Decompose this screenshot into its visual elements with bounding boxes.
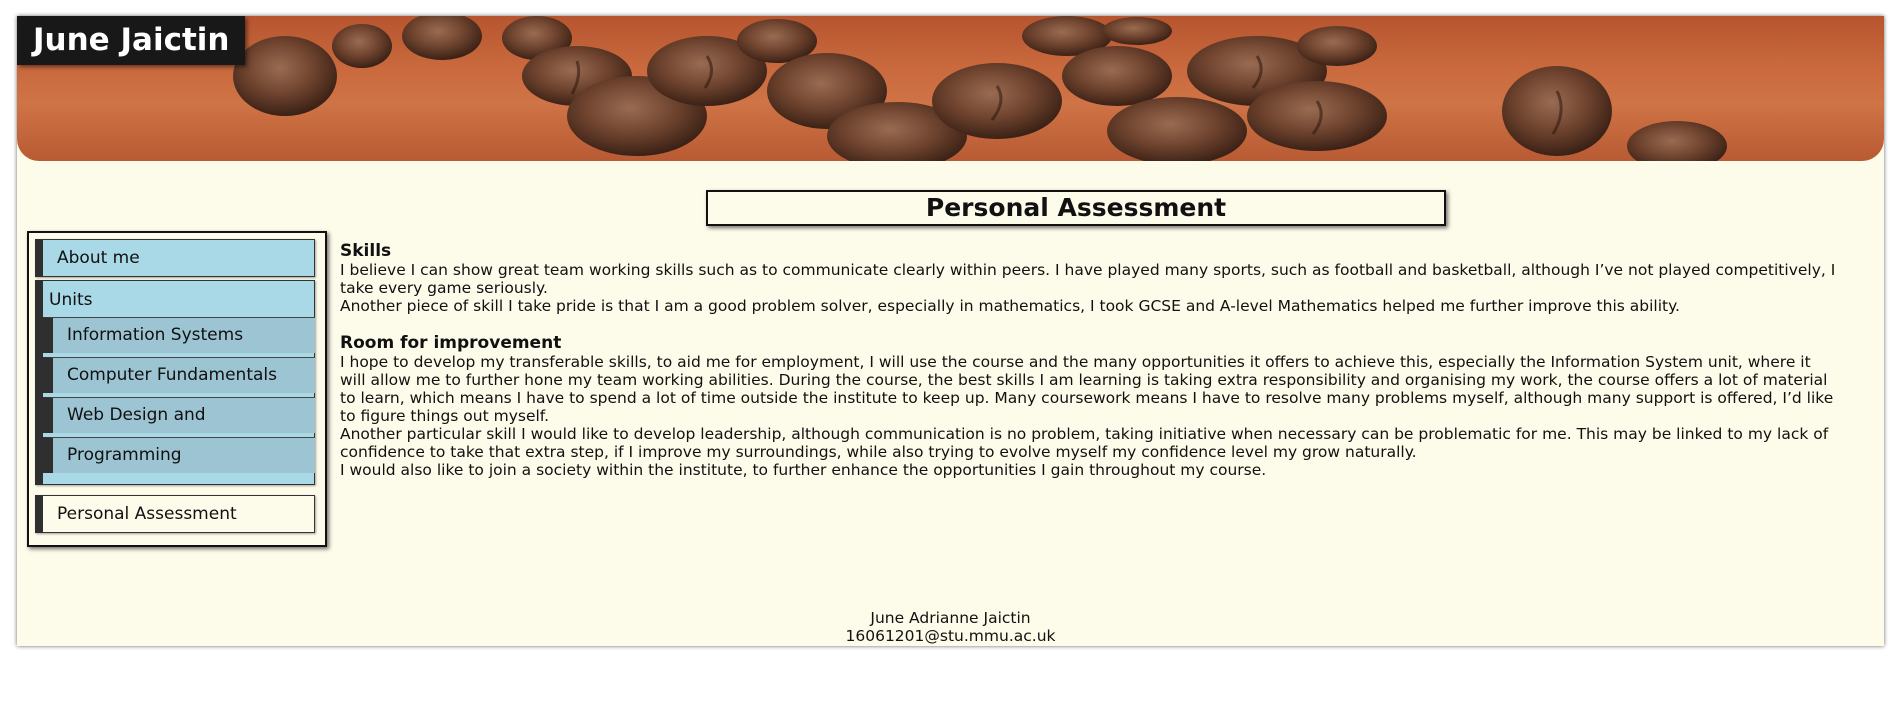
improvement-paragraph-3: I would also like to join a society with… [340, 461, 1267, 479]
nav-item-web-design-and-development[interactable]: Web Design and Development [43, 397, 315, 459]
nav-group-units: Units Information Systems Computer Funda… [35, 280, 315, 485]
skills-heading: Skills [340, 241, 392, 261]
site-title: June Jaictin [17, 16, 246, 65]
page-title: Personal Assessment [706, 190, 1446, 226]
skills-paragraph-1: I believe I can show great team working … [340, 261, 1836, 297]
nav-item-units[interactable]: Units [49, 285, 92, 315]
main-content: Skills I believe I can show great team w… [340, 241, 1840, 479]
coffee-beans-image [233, 16, 1727, 161]
nav-item-programming[interactable]: Programming [43, 437, 315, 473]
side-navigation: About me Units Information Systems Compu… [27, 231, 327, 547]
page-container: June Jaictin Personal Assessment About m… [17, 16, 1884, 646]
header-banner: June Jaictin [17, 16, 1884, 161]
nav-item-about-me[interactable]: About me [35, 239, 315, 277]
footer-email: 16061201@stu.mmu.ac.uk [845, 627, 1056, 645]
skills-paragraph-2: Another piece of skill I take pride is t… [340, 297, 1680, 315]
nav-item-computer-fundamentals[interactable]: Computer Fundamentals [43, 357, 315, 393]
footer: June Adrianne Jaictin 16061201@stu.mmu.a… [17, 609, 1884, 645]
improvement-paragraph-2: Another particular skill I would like to… [340, 425, 1829, 461]
improvement-heading: Room for improvement [340, 333, 562, 353]
improvement-paragraph-1: I hope to develop my transferable skills… [340, 353, 1834, 425]
footer-name: June Adrianne Jaictin [870, 609, 1031, 627]
nav-item-personal-assessment[interactable]: Personal Assessment [35, 495, 315, 533]
nav-item-information-systems[interactable]: Information Systems [43, 317, 315, 353]
